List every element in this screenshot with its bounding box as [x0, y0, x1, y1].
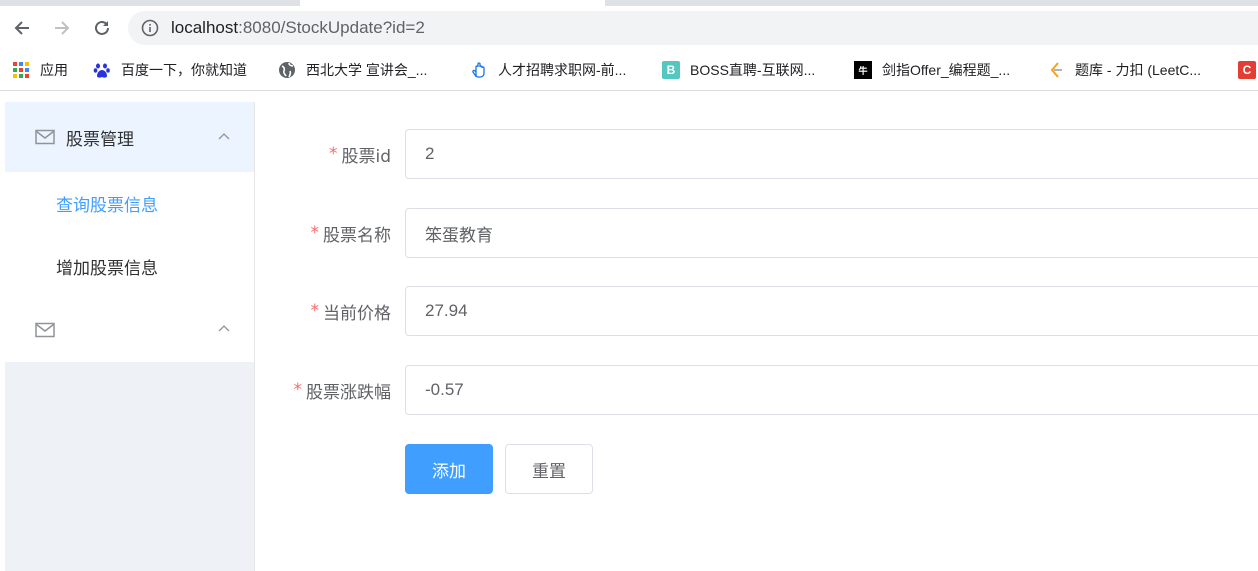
form-row-change-rate: * 股票涨跌幅 [255, 365, 1258, 415]
bookmark-label: 题库 - 力扣 (LeetC... [1075, 62, 1202, 78]
back-button[interactable] [6, 12, 38, 44]
bookmark-label: 人才招聘求职网-前... [498, 62, 627, 78]
form-row-stock-name: * 股票名称 [255, 208, 1258, 258]
stock-id-label: * 股票id [329, 129, 391, 179]
bookmark-label: 剑指Offer_编程题_... [882, 62, 1011, 78]
required-star: * [310, 223, 320, 243]
required-star: * [293, 380, 303, 400]
bookmark-label: BOSS直聘-互联网... [690, 62, 816, 78]
menu-item-query-stock[interactable]: 查询股票信息 [5, 172, 254, 235]
bookmark-baidu[interactable]: 百度一下，你就知道 [93, 59, 247, 81]
bookmark-overflow[interactable]: C [1238, 59, 1258, 81]
form-row-current-price: * 当前价格 [255, 286, 1258, 336]
submenu-title-label: 股票管理 [66, 129, 134, 150]
bookmarks-bar: 应用 百度一下，你就知道 西北大学 宣讲会_... 人才招聘求职网-前... B… [0, 50, 1258, 91]
main-content: *股票id *股票名称 *当前价格 *股票涨跌幅 添加 重置 [255, 102, 1258, 571]
sidebar: 股票管理 查询股票信息 增加股票信息 [5, 102, 255, 571]
bookmark-nowcoder[interactable]: 牛 剑指Offer_编程题_... [854, 59, 1010, 81]
required-star: * [328, 144, 338, 164]
browser-toolbar: localhost:8080/StockUpdate?id=2 [0, 6, 1258, 50]
current-price-label: * 当前价格 [311, 286, 392, 336]
forward-arrow-icon [55, 21, 70, 35]
bookmark-label: 西北大学 宣讲会_... [306, 62, 428, 78]
required-star: * [310, 301, 320, 321]
nowcoder-icon: 牛 [854, 61, 872, 79]
field-label-text: 当前价格 [323, 303, 391, 324]
mail-icon [35, 129, 55, 145]
reload-button[interactable] [86, 12, 118, 44]
boss-b-icon: B [662, 61, 680, 79]
add-button[interactable]: 添加 [405, 444, 493, 494]
field-label-text: 股票id [341, 146, 391, 167]
hand-icon [470, 61, 488, 79]
bookmark-nwu[interactable]: 西北大学 宣讲会_... [278, 59, 427, 81]
reload-icon [95, 20, 109, 35]
current-price-input[interactable] [405, 286, 1258, 336]
submenu-stock-management[interactable]: 股票管理 [5, 102, 254, 172]
url-host: localhost [171, 18, 239, 37]
url-path: :8080/StockUpdate?id=2 [238, 18, 425, 37]
leetcode-icon [1047, 61, 1065, 79]
csdn-c-icon: C [1238, 61, 1256, 79]
change-rate-label: * 股票涨跌幅 [294, 365, 392, 415]
stock-name-input[interactable] [405, 208, 1258, 258]
address-bar[interactable]: localhost:8080/StockUpdate?id=2 [128, 11, 1258, 45]
menu-item-label: 查询股票信息 [56, 196, 158, 216]
url-text: localhost:8080/StockUpdate?id=2 [171, 18, 425, 38]
reset-button[interactable]: 重置 [505, 444, 593, 494]
baidu-paw-icon [93, 61, 111, 79]
menu-item-add-stock[interactable]: 增加股票信息 [5, 235, 254, 298]
bookmark-boss[interactable]: B BOSS直聘-互联网... [662, 59, 815, 81]
info-icon[interactable] [141, 19, 159, 37]
bookmark-rencai[interactable]: 人才招聘求职网-前... [470, 59, 626, 81]
apps-grid-icon [12, 61, 30, 79]
stock-id-input[interactable] [405, 129, 1258, 179]
form-actions: 添加 重置 [255, 444, 1258, 494]
bookmark-label: 百度一下，你就知道 [121, 62, 247, 78]
form-row-stock-id: * 股票id [255, 129, 1258, 179]
bookmark-label: 应用 [40, 62, 68, 78]
sidebar-menu: 股票管理 查询股票信息 增加股票信息 [5, 102, 254, 362]
stock-name-label: * 股票名称 [311, 208, 392, 258]
field-label-text: 股票涨跌幅 [306, 382, 391, 403]
field-label-text: 股票名称 [323, 225, 391, 246]
mail-icon [35, 322, 55, 338]
globe-icon [278, 61, 296, 79]
change-rate-input[interactable] [405, 365, 1258, 415]
submenu-second[interactable] [5, 298, 254, 362]
app-root: 股票管理 查询股票信息 增加股票信息 *股票id *股票名称 [0, 92, 1258, 571]
back-arrow-icon [14, 21, 29, 35]
bookmark-leetcode[interactable]: 题库 - 力扣 (LeetC... [1047, 59, 1201, 81]
menu-item-label: 增加股票信息 [56, 259, 158, 279]
chevron-up-icon [218, 325, 230, 332]
forward-button[interactable] [46, 12, 78, 44]
chevron-up-icon [218, 133, 230, 140]
bookmark-apps[interactable]: 应用 [12, 59, 68, 81]
